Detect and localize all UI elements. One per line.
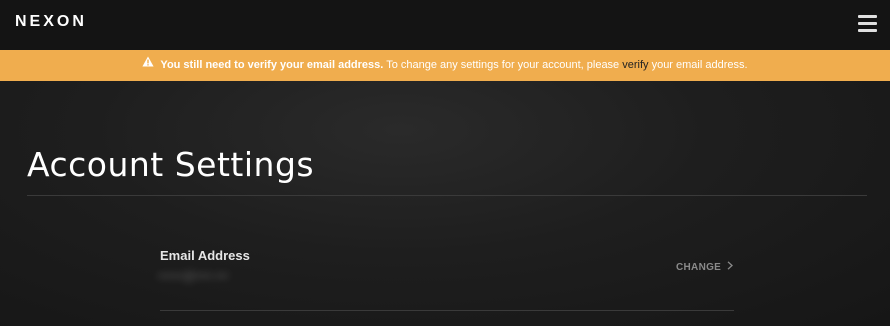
chevron-right-icon — [727, 261, 734, 273]
banner-text: To change any settings for your account,… — [383, 59, 623, 71]
verify-link[interactable]: verify — [622, 59, 648, 71]
banner-strong-text: You still need to verify your email addr… — [160, 59, 384, 71]
warning-icon — [142, 49, 155, 80]
banner-text-end: your email address. — [648, 59, 748, 71]
email-row-divider — [160, 310, 734, 311]
email-address-label: Email Address — [160, 248, 250, 263]
title-divider — [27, 195, 867, 196]
main-content: Account Settings Email Address ••••••@••… — [0, 81, 890, 326]
page-title: Account Settings — [27, 145, 315, 184]
change-email-label: CHANGE — [676, 261, 722, 273]
nexon-logo[interactable]: NEXON — [15, 13, 87, 31]
top-navigation-bar: NEXON — [0, 0, 890, 50]
email-address-value: ••••••@••••.••• — [158, 269, 229, 283]
hamburger-menu-icon[interactable] — [858, 15, 878, 33]
email-verification-banner: You still need to verify your email addr… — [0, 50, 890, 81]
change-email-button[interactable]: CHANGE — [676, 261, 734, 273]
